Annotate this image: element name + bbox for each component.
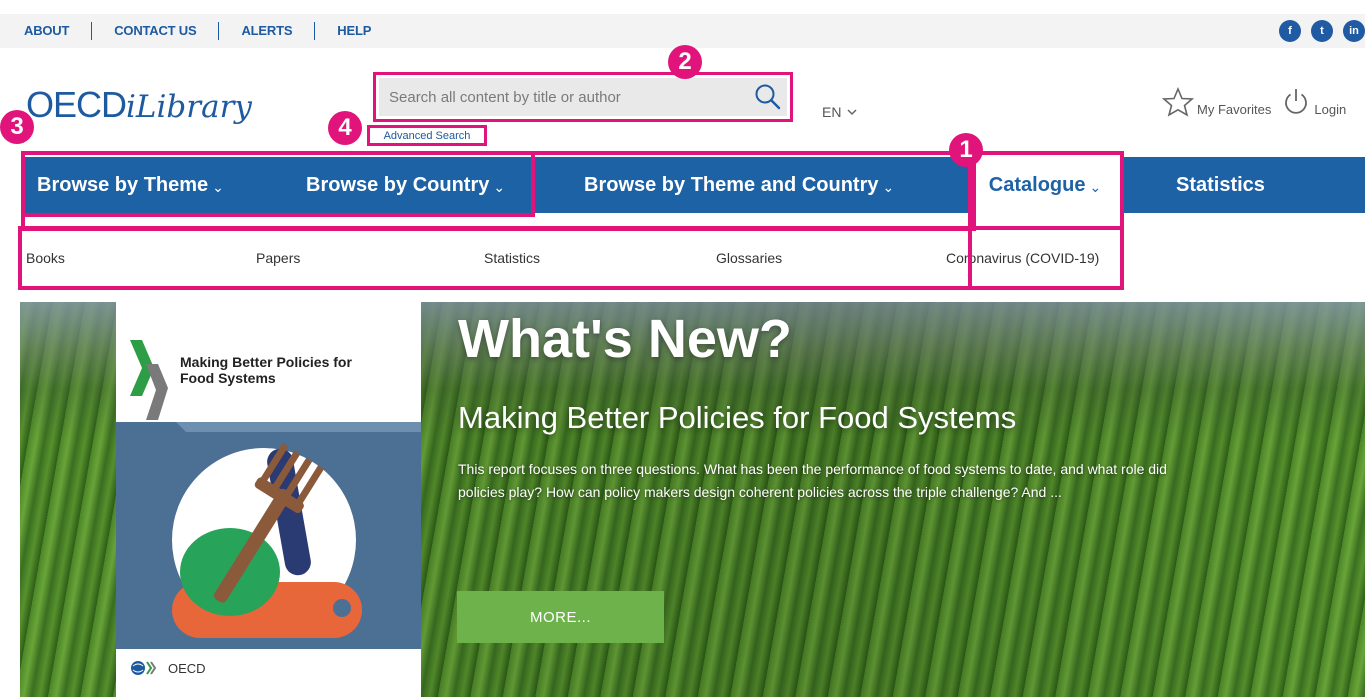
annotation-badge-4: 4: [328, 111, 362, 145]
chevron-down-icon: ⌄: [212, 178, 224, 195]
social-links: f t in: [1279, 20, 1365, 42]
logo-main: OECD: [26, 84, 127, 125]
nav-statistics-label: Statistics: [1176, 173, 1265, 196]
oecd-globe-icon: [131, 661, 157, 675]
chevron-down-icon: ⌄: [882, 178, 895, 195]
search-box: [373, 72, 793, 122]
submenu-glossaries[interactable]: Glossaries: [716, 250, 782, 266]
star-icon: [1162, 87, 1194, 117]
hero-description: This report focuses on three questions. …: [458, 461, 1167, 500]
language-selector[interactable]: EN: [822, 104, 857, 120]
power-icon: [1285, 89, 1308, 114]
utility-links: ABOUT CONTACT US ALERTS HELP: [24, 14, 393, 48]
cover-publisher-label: OECD: [168, 660, 206, 676]
annotation-badge-3: 3: [0, 110, 34, 144]
nav-browse-by-theme-and-country-label: Browse by Theme and Country: [584, 173, 879, 196]
logo-sub: iLibrary: [126, 89, 252, 125]
advanced-search-link[interactable]: Advanced Search: [367, 125, 487, 146]
nav-browse-by-theme-label: Browse by Theme: [37, 173, 209, 196]
nav-browse-by-country[interactable]: Browse by Country ⌄: [306, 157, 505, 213]
about-link[interactable]: ABOUT: [24, 22, 91, 40]
oecd-chevrons-icon: [130, 340, 168, 420]
nav-browse-by-theme-and-country[interactable]: Browse by Theme and Country ⌄: [584, 157, 894, 213]
nav-statistics[interactable]: Statistics: [1176, 157, 1265, 213]
cover-publisher: OECD: [130, 660, 206, 676]
utility-bar: ABOUT CONTACT US ALERTS HELP f t in: [0, 14, 1365, 48]
cover-illustration: [116, 422, 421, 649]
language-label: EN: [822, 104, 842, 120]
book-cover[interactable]: Making Better Policies for Food Systems: [116, 302, 421, 697]
chevron-down-icon: ⌄: [493, 178, 506, 195]
submenu-statistics[interactable]: Statistics: [484, 250, 540, 266]
chevron-down-icon: ⌄: [1089, 178, 1102, 195]
cover-title: Making Better Policies for Food Systems: [180, 354, 352, 386]
site-logo[interactable]: OECDiLibrary: [26, 84, 252, 126]
linkedin-icon[interactable]: in: [1343, 20, 1365, 42]
contact-us-link[interactable]: CONTACT US: [91, 22, 218, 40]
annotation-badge-2: 2: [668, 45, 702, 79]
submenu-papers[interactable]: Papers: [256, 250, 300, 266]
hero-banner: Making Better Policies for Food Systems: [20, 302, 1365, 697]
annotation-badge-1: 1: [949, 133, 983, 167]
nav-browse-by-country-label: Browse by Country: [306, 173, 490, 196]
search-input[interactable]: [379, 78, 749, 116]
user-actions: My Favorites Login: [1162, 87, 1346, 117]
search-icon: [755, 84, 781, 110]
help-link[interactable]: HELP: [314, 22, 393, 40]
nav-catalogue-label: Catalogue: [988, 173, 1086, 196]
submenu-books[interactable]: Books: [26, 250, 65, 266]
chevron-down-icon: [847, 108, 857, 115]
alerts-link[interactable]: ALERTS: [218, 22, 314, 40]
catalogue-submenu: Books Papers Statistics Glossaries Coron…: [20, 230, 1123, 288]
nav-catalogue[interactable]: Catalogue ⌄: [970, 157, 1120, 213]
twitter-icon[interactable]: t: [1311, 20, 1333, 42]
login-label: Login: [1314, 102, 1347, 117]
hero-title[interactable]: Making Better Policies for Food Systems: [458, 400, 1016, 436]
facebook-icon[interactable]: f: [1279, 20, 1301, 42]
login-button[interactable]: Login: [1281, 87, 1346, 117]
nav-browse-by-theme[interactable]: Browse by Theme ⌄: [37, 157, 224, 213]
main-navigation: Browse by Theme ⌄ Browse by Country ⌄ Brow…: [24, 157, 1365, 213]
search-button[interactable]: [749, 78, 787, 116]
more-button[interactable]: MORE...: [457, 591, 664, 643]
favorites-button[interactable]: My Favorites: [1162, 87, 1271, 117]
hero-heading: What's New?: [458, 309, 792, 369]
favorites-label: My Favorites: [1197, 102, 1272, 117]
submenu-coronavirus[interactable]: Coronavirus (COVID-19): [946, 250, 1099, 266]
